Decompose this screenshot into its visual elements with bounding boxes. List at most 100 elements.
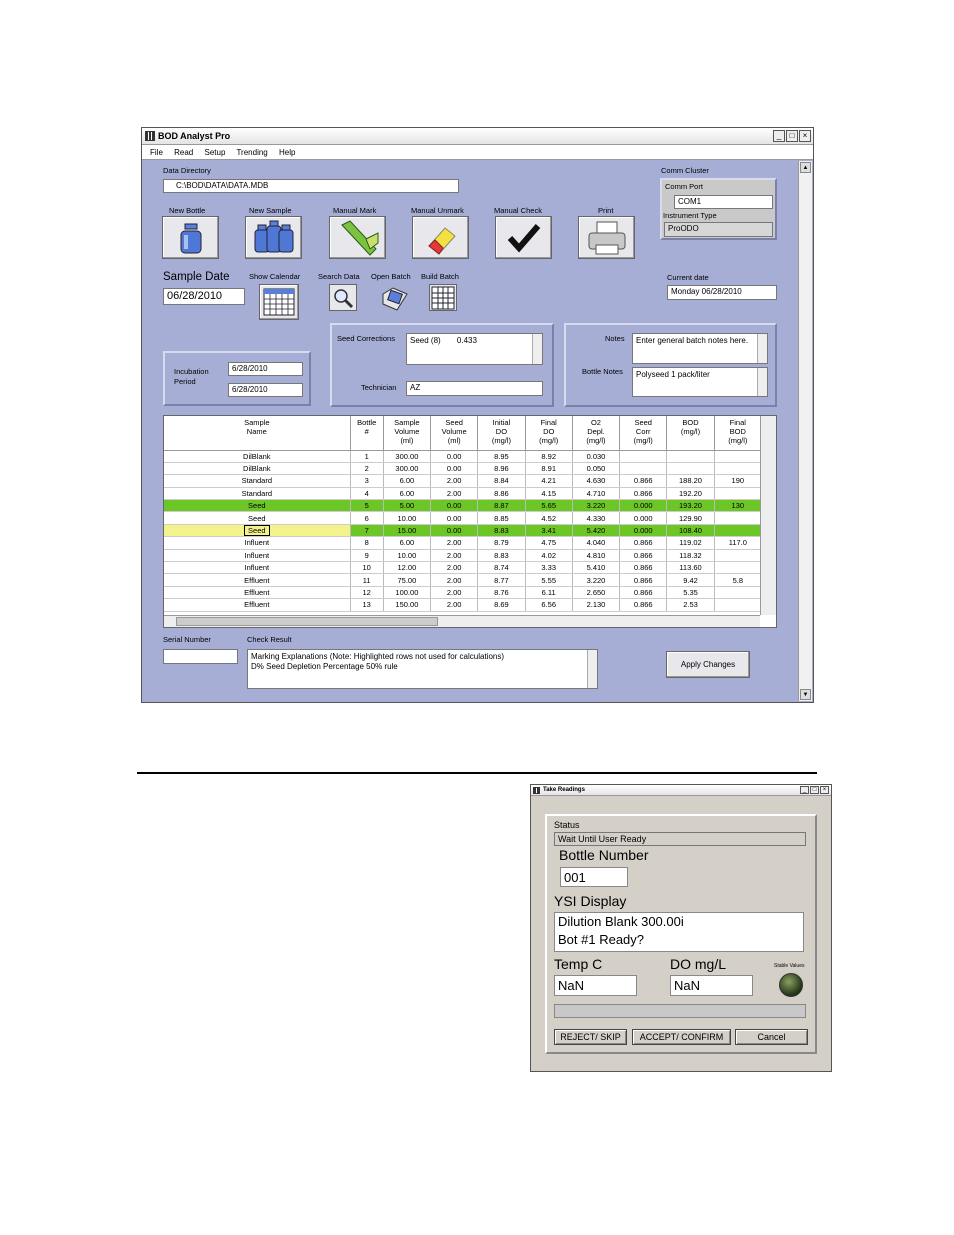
table-cell[interactable]: 6.56 [525,598,573,612]
table-cell[interactable]: 75.00 [383,573,432,587]
table-cell[interactable]: 4.710 [572,487,621,501]
table-cell[interactable]: 8.95 [477,450,526,463]
table-cell[interactable]: Standard [164,487,351,501]
table-cell[interactable]: 8.77 [477,573,526,587]
incubation-start-field[interactable]: 6/28/2010 [228,362,303,376]
check-result-scrollbar[interactable] [587,650,597,688]
table-cell[interactable]: 0.00 [430,450,479,463]
seed-corrections-field[interactable]: Seed (8) 0.433 [406,333,543,365]
table-cell[interactable]: 8.74 [477,561,526,575]
scroll-up-arrow-icon[interactable]: ▲ [800,162,811,173]
table-cell[interactable] [714,450,763,463]
grid-header-cell[interactable]: Bottle # [350,416,384,451]
tr-maximize-button[interactable]: □ [810,786,819,794]
table-cell[interactable]: 0.050 [572,462,621,476]
table-cell[interactable]: 2.00 [430,573,479,587]
table-cell[interactable]: 6.00 [383,536,432,550]
table-cell[interactable]: 0.866 [619,573,668,587]
table-cell[interactable]: 0.866 [619,561,668,575]
grid-header-cell[interactable]: Sample Volume (ml) [383,416,432,451]
table-cell[interactable]: 6.00 [383,487,432,501]
table-cell[interactable]: 5.420 [572,524,621,538]
table-row[interactable]: Standard 3 6.00 2.00 8.84 4.21 4.630 0.866 188.2… [164,474,763,488]
grid-header-cell[interactable]: Sample Name [164,416,351,451]
table-row[interactable]: Influent 8 6.00 2.00 8.79 4.75 4.040 0.866 119.0… [164,536,763,550]
table-cell[interactable]: 2.650 [572,586,621,600]
table-cell[interactable]: Seed [164,511,351,525]
table-cell[interactable]: 8.85 [477,511,526,525]
table-cell[interactable]: 2.53 [666,598,715,612]
window-scrollbar[interactable]: ▲ ▼ [798,161,812,701]
table-cell[interactable]: 4.630 [572,474,621,488]
table-cell[interactable]: 0.000 [619,499,668,513]
table-row[interactable]: Effluent 12 100.00 2.00 8.76 6.11 2.650 0.866 5.… [164,586,763,600]
table-cell[interactable]: 4.52 [525,511,573,525]
manual-mark-button[interactable] [329,216,386,259]
sample-date-field[interactable]: 06/28/2010 [163,288,245,305]
table-cell[interactable]: 190 [714,474,763,488]
table-row[interactable]: Influent 10 12.00 2.00 8.74 3.33 5.410 0.866 113… [164,561,763,575]
new-bottle-button[interactable] [162,216,219,259]
table-cell[interactable]: 11 [350,573,384,587]
table-cell[interactable]: DilBlank [164,450,351,463]
scroll-down-arrow-icon[interactable]: ▼ [800,689,811,700]
grid-header-cell[interactable]: BOD (mg/l) [666,416,715,451]
tr-close-button[interactable]: × [820,786,829,794]
table-cell[interactable]: 0.866 [619,474,668,488]
table-cell[interactable]: 192.20 [666,487,715,501]
table-cell[interactable]: 13 [350,598,384,612]
table-cell[interactable]: 4.15 [525,487,573,501]
grid-header-cell[interactable]: Initial DO (mg/l) [477,416,526,451]
accept-confirm-button[interactable]: ACCEPT/ CONFIRM [632,1029,731,1045]
table-cell[interactable]: 0.00 [430,499,479,513]
bottle-data-grid[interactable]: Sample Name Bottle # Sample Volume (ml) Seed Vol… [163,415,777,628]
table-cell[interactable]: 8.83 [477,549,526,563]
table-cell[interactable]: 3.41 [525,524,573,538]
table-cell[interactable]: 193.20 [666,499,715,513]
table-cell[interactable]: 129.90 [666,511,715,525]
grid-header-cell[interactable]: O2 Depl. (mg/l) [572,416,621,451]
comm-port-field[interactable]: COM1 [674,195,773,209]
table-cell[interactable]: 2.00 [430,561,479,575]
table-cell[interactable]: 0.00 [430,524,479,538]
table-cell[interactable]: 10 [350,561,384,575]
table-cell[interactable]: 0.866 [619,536,668,550]
table-cell[interactable] [714,598,763,612]
table-cell[interactable]: 5.00 [383,499,432,513]
maximize-button[interactable]: □ [786,130,798,142]
table-cell[interactable] [714,549,763,563]
table-cell[interactable] [714,511,763,525]
table-cell[interactable]: 0.000 [619,511,668,525]
table-cell[interactable] [666,450,715,463]
table-cell[interactable] [714,586,763,600]
table-cell[interactable]: 4.02 [525,549,573,563]
table-cell[interactable]: 8.76 [477,586,526,600]
table-cell[interactable]: 8.69 [477,598,526,612]
table-cell[interactable]: 0.866 [619,598,668,612]
table-cell[interactable]: 4.75 [525,536,573,550]
table-cell[interactable]: 300.00 [383,462,432,476]
instrument-type-field[interactable]: ProODO [664,222,773,237]
menu-trending[interactable]: Trending [236,148,267,157]
check-result-field[interactable]: Marking Explanations (Note: Highlighted … [247,649,598,689]
table-cell[interactable]: 8.91 [525,462,573,476]
table-cell[interactable]: 12 [350,586,384,600]
table-cell[interactable]: 0.866 [619,487,668,501]
table-cell[interactable]: 8 [350,536,384,550]
table-cell[interactable]: 4 [350,487,384,501]
table-cell[interactable]: Influent [164,549,351,563]
table-cell[interactable]: Standard [164,474,351,488]
cancel-button[interactable]: Cancel [735,1029,808,1045]
table-cell[interactable]: 6.11 [525,586,573,600]
table-row[interactable]: Effluent 11 75.00 2.00 8.77 5.55 3.220 0.866 9.4… [164,573,763,587]
notes-scrollbar[interactable] [757,334,767,363]
table-cell[interactable]: 0.866 [619,549,668,563]
table-cell[interactable]: 2.00 [430,586,479,600]
table-cell[interactable]: 2 [350,462,384,476]
open-batch-button[interactable] [381,284,409,311]
table-cell[interactable] [619,462,668,476]
table-cell[interactable]: 2.130 [572,598,621,612]
bottle-number-field[interactable]: 001 [560,867,628,887]
table-cell[interactable]: 8.87 [477,499,526,513]
table-cell[interactable]: 0.866 [619,586,668,600]
